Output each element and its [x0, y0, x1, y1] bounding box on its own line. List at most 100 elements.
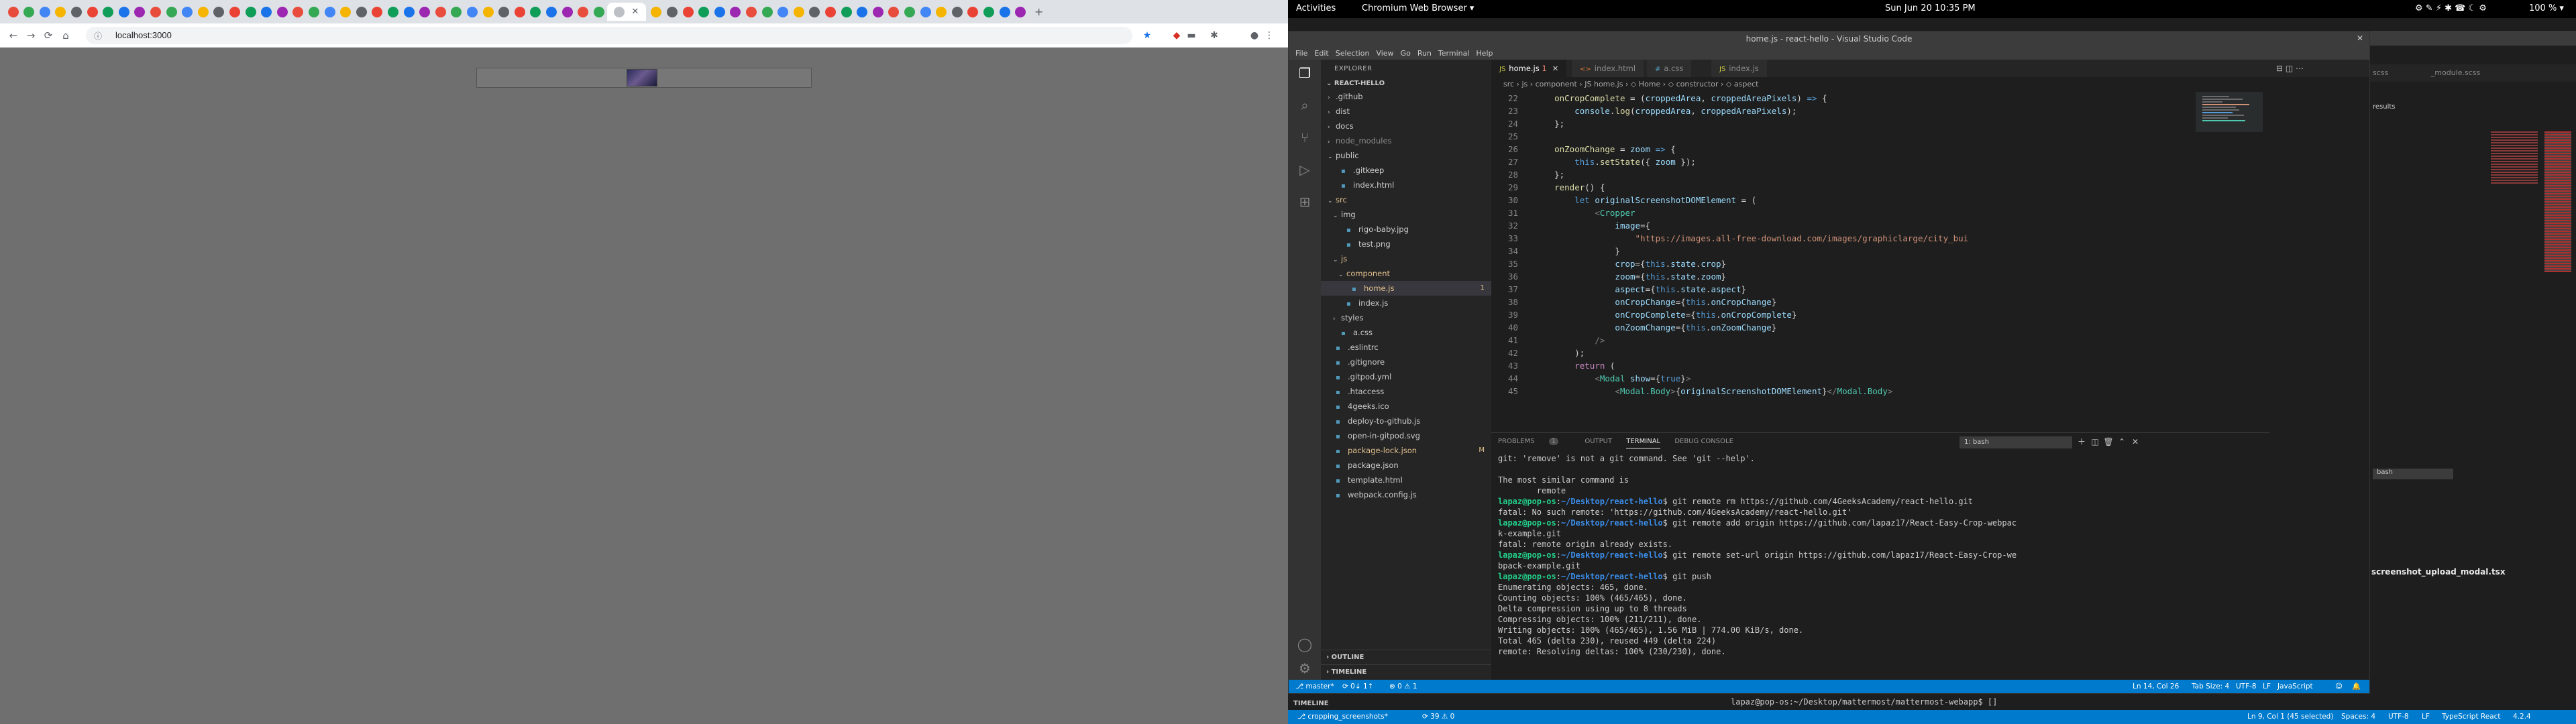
browser-tab[interactable] [512, 3, 527, 21]
browser-tab[interactable] [759, 3, 775, 21]
browser-tab[interactable] [822, 3, 838, 21]
tree-folder[interactable]: › docs [1321, 119, 1491, 133]
tree-file[interactable]: ▪ index.html [1321, 178, 1491, 192]
tree-file[interactable]: ▪ open-in-gitpod.svg [1321, 428, 1491, 443]
menu-view[interactable]: View [1376, 49, 1393, 58]
browser-tab[interactable] [180, 3, 195, 21]
browser-tab[interactable] [385, 3, 400, 21]
tree-folder[interactable]: › node_modules [1321, 133, 1491, 148]
bg-eol[interactable]: LF [2422, 710, 2430, 724]
browser-tab[interactable] [449, 3, 464, 21]
browser-tab[interactable] [902, 3, 917, 21]
profile-avatar[interactable]: ● [1248, 29, 1261, 42]
app-menu[interactable]: Chromium Web Browser ▾ [1362, 3, 1474, 13]
tree-file[interactable]: ▪ a.css [1321, 325, 1491, 340]
browser-tab[interactable] [132, 3, 148, 21]
bg-tab[interactable]: _module.scss [2431, 68, 2480, 77]
tree-folder[interactable]: ⌄ component [1321, 266, 1491, 281]
browser-tab[interactable] [290, 3, 306, 21]
browser-tab[interactable] [543, 3, 559, 21]
browser-tab[interactable] [53, 3, 68, 21]
tab-debug-console[interactable]: DEBUG CONSOLE [1674, 438, 1733, 445]
activities-button[interactable]: Activities [1296, 3, 1336, 13]
browser-tab[interactable] [306, 3, 321, 21]
browser-tab[interactable] [116, 3, 131, 21]
browser-tab[interactable] [981, 3, 996, 21]
tree-file[interactable]: ▪ .htaccess [1321, 384, 1491, 399]
browser-tab[interactable] [965, 3, 981, 21]
new-tab-button[interactable]: + [1031, 3, 1046, 21]
clock[interactable]: Sun Jun 20 10:35 PM [1885, 3, 1976, 13]
status-encoding[interactable]: UTF-8 [2236, 680, 2257, 693]
reload-button[interactable]: ⟳ [42, 29, 55, 42]
manage-gear-icon[interactable]: ⚙ [1297, 660, 1313, 676]
browser-tab[interactable] [855, 3, 870, 21]
browser-tab[interactable] [775, 3, 791, 21]
tree-folder[interactable]: ⌄ public [1321, 148, 1491, 163]
browser-tab[interactable] [322, 3, 337, 21]
bg-sync[interactable]: ⟳ 39 ⚠ 0 [1422, 710, 1454, 724]
tree-folder[interactable]: ⌄ img [1321, 207, 1491, 222]
status-eol[interactable]: LF [2263, 680, 2271, 693]
browser-tab[interactable] [839, 3, 854, 21]
close-window-icon[interactable]: ✕ [2357, 34, 2363, 43]
browser-tab[interactable] [728, 3, 743, 21]
browser-tab[interactable] [480, 3, 496, 21]
tab-terminal[interactable]: TERMINAL [1626, 438, 1661, 448]
browser-tab[interactable] [370, 3, 385, 21]
browser-tab[interactable] [148, 3, 163, 21]
timeline-header[interactable]: › TIMELINE [1321, 664, 1491, 679]
terminal-select[interactable]: 1: bash [1960, 436, 2072, 448]
extension-shield-icon[interactable]: ◆ [1170, 29, 1183, 42]
tree-file[interactable]: ▪ test.png [1321, 237, 1491, 251]
browser-tab[interactable] [886, 3, 902, 21]
bg-encoding[interactable]: UTF-8 [2388, 710, 2409, 724]
tree-file[interactable]: ▪ rigo-baby.jpg [1321, 222, 1491, 237]
browser-tab[interactable] [227, 3, 242, 21]
forward-button[interactable]: → [24, 29, 38, 42]
browser-tab[interactable] [68, 3, 84, 21]
browser-tab[interactable] [680, 3, 696, 21]
browser-tab[interactable] [259, 3, 274, 21]
bg-cursor-pos[interactable]: Ln 9, Col 1 (45 selected) [2247, 710, 2333, 724]
browser-tab[interactable] [712, 3, 727, 21]
terminal-output[interactable]: git: 'remove' is not a git command. See … [1498, 453, 2266, 661]
tree-folder[interactable]: ⌄ src [1321, 192, 1491, 207]
close-tab-icon[interactable]: ✕ [631, 7, 639, 17]
bg-ts-version[interactable]: 4.2.4 [2513, 710, 2531, 724]
tab-a-css[interactable]: # a.css [1647, 60, 1693, 77]
close-panel-icon[interactable]: ✕ [2130, 436, 2141, 447]
status-tab-size[interactable]: Tab Size: 4 [2192, 680, 2229, 693]
info-icon[interactable]: ⓘ [94, 30, 103, 41]
browser-tab[interactable] [791, 3, 806, 21]
menu-edit[interactable]: Edit [1314, 49, 1328, 58]
menu-file[interactable]: File [1295, 49, 1307, 58]
account-icon[interactable]: ◯ [1297, 636, 1313, 652]
tree-file[interactable]: ▪ template.html [1321, 473, 1491, 487]
breadcrumb[interactable]: src › js › component › JS home.js › ◇ Ho… [1491, 77, 2369, 92]
tree-folder[interactable]: › dist [1321, 104, 1491, 119]
browser-tab[interactable] [85, 3, 100, 21]
bg-indent[interactable]: Spaces: 4 [2341, 710, 2375, 724]
browser-tab[interactable] [417, 3, 433, 21]
browser-tab[interactable] [559, 3, 575, 21]
browser-tab[interactable] [807, 3, 822, 21]
browser-tab[interactable] [211, 3, 227, 21]
browser-tab[interactable] [528, 3, 543, 21]
bg-language[interactable]: TypeScript React [2442, 710, 2501, 724]
browser-tab[interactable] [338, 3, 354, 21]
extensions-icon[interactable]: ⊞ [1297, 194, 1313, 210]
browser-tab[interactable] [1013, 3, 1028, 21]
tab-home-js[interactable]: JS home.js 1 ✕ [1491, 60, 1568, 77]
browser-tab[interactable] [496, 3, 512, 21]
browser-tab[interactable] [743, 3, 759, 21]
bg-terminal-select[interactable]: bash [2373, 469, 2453, 479]
source-control-icon[interactable]: ⑂ [1297, 129, 1313, 145]
browser-tab[interactable] [354, 3, 369, 21]
browser-tab[interactable] [464, 3, 480, 21]
browser-tab[interactable] [21, 3, 37, 21]
tree-folder[interactable]: › .github [1321, 89, 1491, 104]
browser-tab[interactable] [433, 3, 448, 21]
maximize-panel-icon[interactable]: ⌃ [2116, 436, 2127, 447]
tree-folder[interactable]: › styles [1321, 310, 1491, 325]
